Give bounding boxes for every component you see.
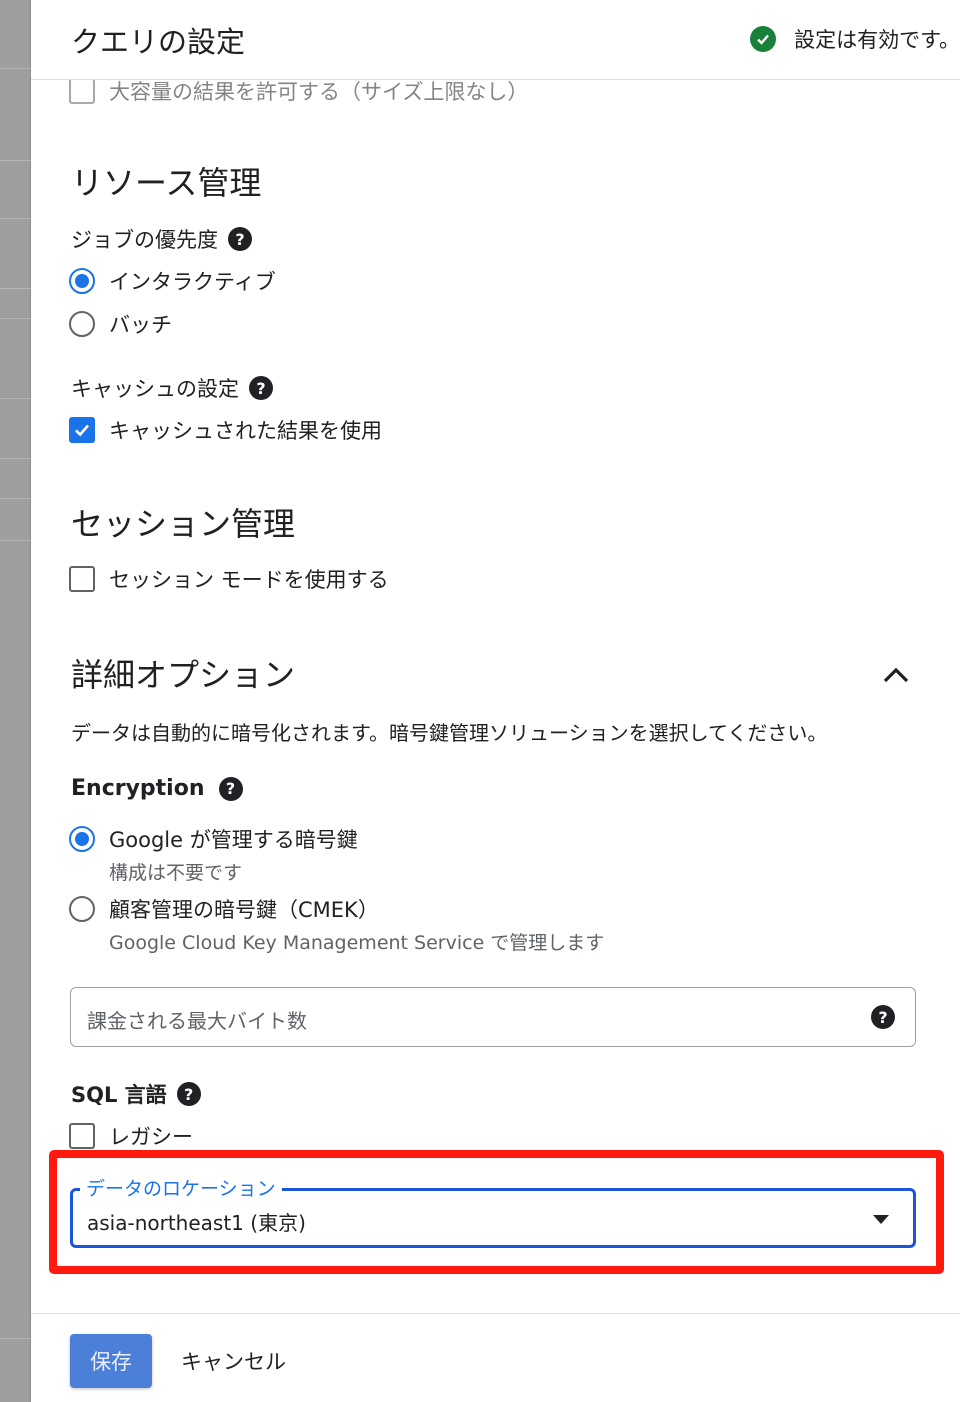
data-location-label: データのロケーション: [80, 1174, 282, 1201]
session-section-title: セッション管理: [71, 505, 296, 543]
chevron-up-icon[interactable]: [881, 663, 911, 691]
advanced-section-title: 詳細オプション: [71, 656, 296, 694]
session-mode-label: セッション モードを使用する: [109, 568, 389, 592]
use-cached-results-checkbox[interactable]: [69, 417, 95, 443]
job-priority-text: ジョブの優先度: [71, 228, 218, 252]
priority-interactive-radio[interactable]: [69, 268, 95, 294]
max-bytes-billed-placeholder: 課金される最大バイト数: [87, 1009, 307, 1033]
sql-dialect-label: SQL 言語 ?: [71, 1079, 201, 1109]
cache-settings-text: キャッシュの設定: [71, 377, 239, 401]
priority-interactive-label: インタラクティブ: [109, 270, 276, 294]
allow-large-results-row[interactable]: 大容量の結果を許可する（サイズ上限なし）: [69, 76, 528, 106]
cancel-button[interactable]: キャンセル: [181, 1346, 286, 1376]
priority-batch-option[interactable]: バッチ: [69, 309, 172, 339]
checkmark-icon: [75, 424, 89, 437]
panel-title: クエリの設定: [71, 25, 246, 59]
allow-large-results-label: 大容量の結果を許可する（サイズ上限なし）: [109, 80, 529, 104]
background-page: [0, 0, 31, 1402]
data-location-value: asia-northeast1 (東京): [87, 1211, 306, 1235]
query-settings-panel: クエリの設定 設定は有効です。 大容量の結果を許可する（サイズ上限なし） リソー…: [31, 0, 960, 1402]
resource-section-title: リソース管理: [71, 164, 262, 202]
cmek-radio[interactable]: [69, 896, 95, 922]
session-mode-option[interactable]: セッション モードを使用する: [69, 564, 389, 594]
cmek-sub: Google Cloud Key Management Service で管理し…: [109, 932, 605, 954]
check-circle-icon: [750, 26, 777, 52]
session-mode-checkbox[interactable]: [69, 566, 95, 592]
help-icon[interactable]: ?: [249, 376, 273, 400]
panel-header: クエリの設定 設定は有効です。: [31, 0, 960, 80]
cache-settings-label: キャッシュの設定 ?: [71, 373, 273, 403]
job-priority-label: ジョブの優先度 ?: [71, 224, 252, 254]
google-managed-key-sub: 構成は不要です: [109, 862, 243, 884]
google-managed-key-label: Google が管理する暗号鍵: [109, 828, 358, 852]
encryption-text: Encryption: [71, 776, 205, 801]
priority-interactive-option[interactable]: インタラクティブ: [69, 266, 276, 296]
google-managed-key-radio[interactable]: [69, 826, 95, 852]
cmek-label: 顧客管理の暗号鍵（CMEK）: [109, 898, 379, 922]
priority-batch-radio[interactable]: [69, 311, 95, 337]
allow-large-results-checkbox[interactable]: [69, 78, 95, 104]
legacy-sql-label: レガシー: [109, 1125, 193, 1149]
status-text: 設定は有効です。: [794, 28, 960, 52]
cmek-option[interactable]: 顧客管理の暗号鍵（CMEK） Google Cloud Key Manageme…: [69, 894, 604, 955]
save-button[interactable]: 保存: [70, 1334, 152, 1388]
max-bytes-billed-input[interactable]: 課金される最大バイト数 ?: [70, 987, 916, 1047]
dropdown-arrow-icon: [873, 1215, 889, 1224]
panel-footer: 保存 キャンセル: [31, 1313, 960, 1402]
legacy-sql-option[interactable]: レガシー: [69, 1121, 193, 1151]
encryption-label: Encryption ?: [71, 776, 243, 801]
encryption-description: データは自動的に暗号化されます。暗号鍵管理ソリューションを選択してください。: [71, 721, 828, 745]
legacy-sql-checkbox[interactable]: [69, 1123, 95, 1149]
validation-status: 設定は有効です。: [750, 24, 960, 54]
use-cached-results-option[interactable]: キャッシュされた結果を使用: [69, 415, 382, 445]
help-icon[interactable]: ?: [218, 776, 243, 801]
help-icon[interactable]: ?: [176, 1082, 201, 1106]
google-managed-key-option[interactable]: Google が管理する暗号鍵 構成は不要です: [69, 824, 358, 885]
help-icon[interactable]: ?: [228, 227, 252, 251]
help-icon[interactable]: ?: [871, 1005, 895, 1029]
sql-dialect-text: SQL 言語: [71, 1083, 167, 1107]
priority-batch-label: バッチ: [109, 313, 172, 337]
use-cached-results-label: キャッシュされた結果を使用: [109, 419, 382, 443]
